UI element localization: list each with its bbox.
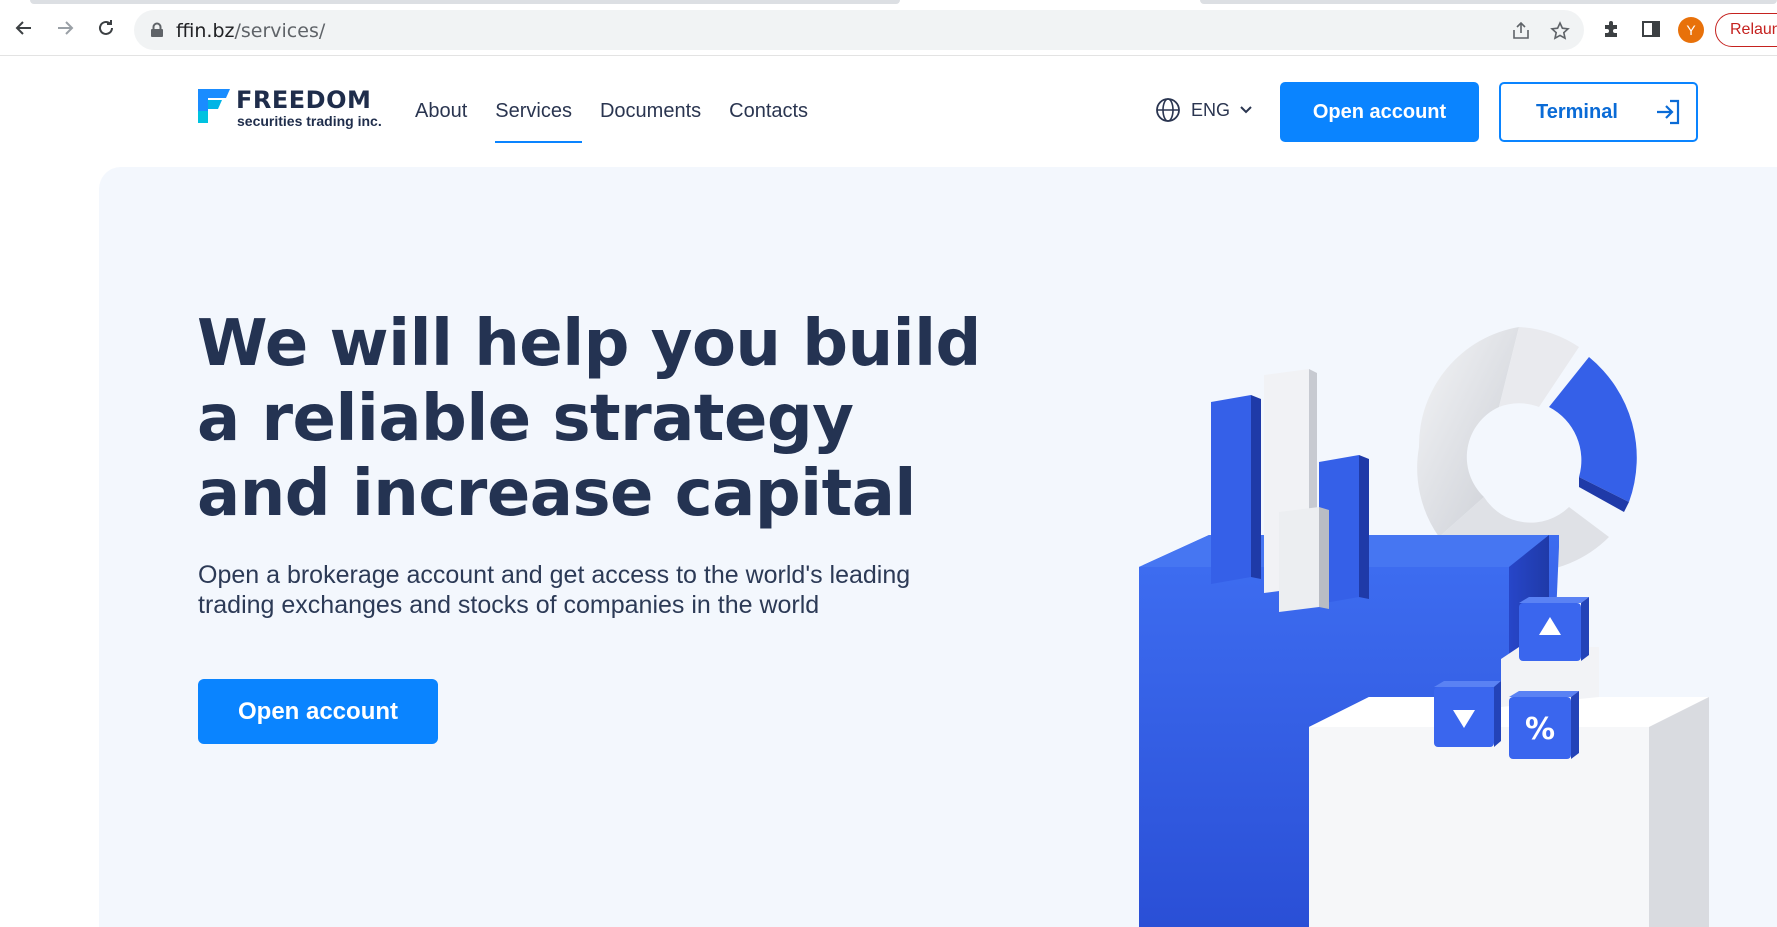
terminal-button[interactable]: Terminal [1499, 82, 1698, 142]
freedom-logo-mark-icon [198, 89, 230, 123]
chevron-down-icon [1240, 106, 1252, 114]
login-arrow-icon [1656, 99, 1679, 125]
percent-cube: % [1509, 691, 1579, 759]
back-icon[interactable] [10, 14, 38, 42]
share-icon[interactable] [1510, 20, 1532, 42]
reload-icon[interactable] [92, 14, 120, 42]
profile-avatar[interactable]: Y [1678, 17, 1704, 43]
main-navigation: About Services Documents Contacts [415, 100, 836, 143]
hero-section: We will help you build a reliable strate… [99, 167, 1777, 927]
finance-3d-illustration: % [1139, 327, 1709, 927]
extensions-icon[interactable] [1600, 18, 1622, 40]
svg-text:%: % [1525, 712, 1555, 747]
side-panel-icon[interactable] [1640, 18, 1662, 40]
address-bar[interactable]: ffin.bz/services/ [134, 10, 1584, 50]
tab-strip [0, 0, 1777, 8]
hero-title: We will help you build a reliable strate… [197, 307, 981, 531]
relaunch-button[interactable]: Relaun [1715, 13, 1777, 47]
down-arrow-cube [1434, 681, 1501, 747]
url-text[interactable]: ffin.bz/services/ [176, 20, 325, 42]
terminal-label: Terminal [1536, 100, 1618, 123]
open-account-hero-button[interactable]: Open account [198, 679, 438, 744]
bookmark-star-icon[interactable] [1549, 20, 1571, 42]
lock-icon[interactable] [150, 22, 164, 43]
hero-subtitle: Open a brokerage account and get access … [198, 561, 911, 619]
language-selector[interactable]: ENG [1155, 97, 1252, 123]
nav-contacts[interactable]: Contacts [729, 100, 808, 143]
freedom-logo[interactable]: FREEDOM securities trading inc. [196, 86, 396, 131]
nav-documents[interactable]: Documents [600, 100, 701, 143]
forward-icon[interactable] [51, 14, 79, 42]
logo-title: FREEDOM [236, 86, 372, 114]
nav-about[interactable]: About [415, 100, 467, 143]
logo-subtitle: securities trading inc. [237, 113, 382, 129]
globe-icon [1156, 98, 1180, 122]
nav-services[interactable]: Services [495, 100, 582, 143]
site-header: FREEDOM securities trading inc. About Se… [0, 57, 1777, 167]
browser-toolbar: ffin.bz/services/ Y Relaun [0, 0, 1777, 56]
open-account-header-button[interactable]: Open account [1280, 82, 1479, 142]
up-arrow-cube [1519, 597, 1589, 661]
language-label: ENG [1191, 99, 1231, 120]
